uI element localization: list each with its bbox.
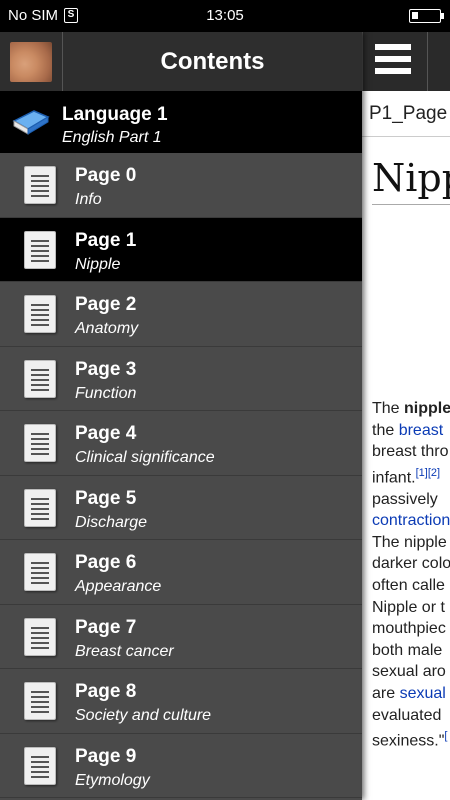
battery-icon (409, 9, 444, 23)
citation-ref[interactable]: [ (444, 730, 447, 742)
article-line: the breast (372, 420, 450, 442)
document-icon (24, 617, 56, 656)
list-item[interactable]: Page 9 Etymology (0, 733, 362, 798)
article-line: sexiness."[ (372, 726, 450, 752)
list-item[interactable]: Page 7 Breast cancer (0, 604, 362, 669)
article-text: sexual aro (372, 663, 446, 681)
drawer-title: Contents (160, 48, 265, 75)
document-icon (24, 166, 56, 204)
item-label: Page 0 (75, 165, 137, 186)
document-icon (24, 295, 56, 333)
article-text: evaluated (372, 706, 442, 724)
item-label: Page 4 (75, 423, 137, 444)
article-line: both male (372, 640, 450, 662)
article-body: The nipple the breast breast thro infant.[1… (372, 398, 450, 752)
item-subtitle: Discharge (75, 513, 148, 531)
article-text: nipple (404, 400, 450, 417)
app-logo (10, 42, 52, 82)
article-text: infant. (372, 469, 416, 487)
content-pane: P1_Page 0 Nipple The nipplethe breastbre… (362, 32, 450, 800)
document-icon (24, 682, 56, 720)
article-text: The nipple (372, 533, 447, 551)
article-line: are sexual (372, 683, 450, 705)
article-text: mouthpiec (372, 620, 446, 638)
item-label: Page 2 (75, 294, 137, 315)
article-text: sexiness." (372, 732, 445, 750)
article-line: contraction (372, 510, 450, 532)
item-label: Page 3 (75, 358, 137, 380)
language-group[interactable]: Language 1 English Part 1 (0, 91, 362, 153)
item-label: Page 7 (75, 616, 137, 638)
item-subtitle: Society and culture (75, 707, 212, 724)
article-line: The nipple (372, 532, 450, 554)
article-line: darker colo (372, 553, 450, 575)
title-divider (372, 204, 450, 205)
item-label: Page 6 (75, 552, 137, 573)
item-subtitle: Nipple (75, 255, 121, 273)
article-link[interactable]: contraction (372, 512, 450, 529)
article-line: Nipple or t (372, 597, 450, 619)
group-subtitle: English Part 1 (62, 129, 162, 146)
list-item[interactable]: Page 2 Anatomy (0, 282, 362, 347)
article-text: often calle (372, 577, 445, 595)
item-label: Page 5 (75, 487, 137, 509)
navigation-drawer: Contents Language 1 English Part 1 Page … (0, 32, 362, 800)
article-text: Nipple or t (372, 598, 445, 616)
page-list: Page 0 Info Page 1 Nipple Page 2 Anatomy Page … (0, 153, 362, 798)
article-line: evaluated (372, 705, 450, 727)
list-item[interactable]: Page 3 Function (0, 346, 362, 411)
item-label: Page 9 (75, 745, 137, 767)
article-line: infant.[1][2] (372, 463, 450, 489)
article-line: mouthpiec (372, 618, 450, 640)
document-icon (24, 230, 56, 269)
citation-ref[interactable]: [1][2] (416, 467, 440, 479)
document-icon (24, 553, 56, 591)
status-bar: No SIM S 13:05 (0, 0, 450, 32)
article-text: both male (372, 641, 443, 659)
menu-icon[interactable] (375, 44, 411, 80)
list-item[interactable]: Page 6 Appearance (0, 540, 362, 605)
article-text: breast thro (372, 443, 449, 461)
item-label: Page 8 (75, 681, 137, 702)
article-link[interactable]: sexual (400, 685, 446, 702)
article-text: The (372, 400, 405, 417)
list-item[interactable]: Page 5 Discharge (0, 475, 362, 540)
list-item[interactable]: Page 1 Nipple (0, 217, 362, 282)
list-item[interactable]: Page 8 Society and culture (0, 669, 362, 734)
item-subtitle: Clinical significance (75, 449, 215, 466)
item-subtitle: Etymology (75, 771, 150, 789)
article-line: often calle (372, 575, 450, 597)
item-subtitle: Breast cancer (75, 642, 174, 660)
article-text: the (372, 421, 399, 439)
article-link[interactable]: breast (399, 422, 443, 439)
item-subtitle: Anatomy (75, 320, 139, 337)
article-line: sexual aro (372, 661, 450, 683)
item-subtitle: Function (75, 384, 137, 402)
group-title: Language 1 (62, 104, 168, 125)
article-text: darker colo (372, 555, 450, 573)
document-icon (24, 424, 56, 462)
item-label: Page 1 (75, 229, 137, 251)
article-line: breast thro (372, 441, 450, 463)
article-line: The nipple (372, 398, 450, 420)
list-item[interactable]: Page 4 Clinical significance (0, 411, 362, 476)
article-text: passively (372, 490, 438, 508)
item-subtitle: Info (75, 191, 102, 208)
document-icon (24, 746, 56, 785)
document-icon (24, 488, 56, 527)
article-title: Nipple (372, 156, 450, 200)
article-line: passively (372, 489, 450, 511)
item-subtitle: Appearance (75, 578, 162, 595)
article-text: are (372, 685, 400, 703)
clock: 13:05 (206, 7, 244, 24)
drawer-header: Contents (0, 32, 362, 91)
book-icon (12, 110, 50, 135)
toolbar-divider (427, 32, 428, 91)
content-toolbar (362, 32, 450, 91)
document-icon (24, 359, 56, 398)
page-tab[interactable]: P1_Page 0 (362, 91, 450, 137)
list-item[interactable]: Page 0 Info (0, 153, 362, 218)
